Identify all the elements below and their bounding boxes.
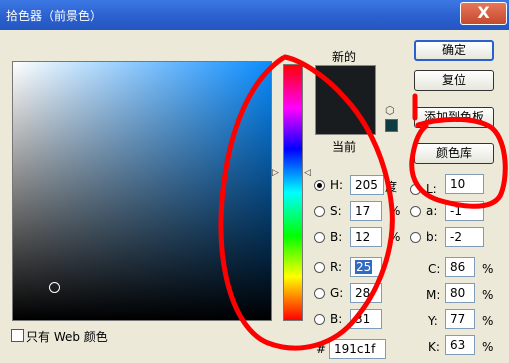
g-label: G: <box>330 286 344 300</box>
y-unit: % <box>482 314 494 328</box>
m-unit: % <box>482 288 494 302</box>
l-label: L: <box>426 182 437 196</box>
c-unit: % <box>482 262 494 276</box>
new-color-label: 新的 <box>332 50 357 64</box>
l-input[interactable]: 10 <box>445 174 484 194</box>
radio-g[interactable] <box>314 288 325 299</box>
new-color-swatch <box>316 66 375 100</box>
c-input[interactable]: 86 <box>445 257 475 277</box>
y-input[interactable]: 77 <box>445 309 475 329</box>
r-input-value: 25 <box>355 260 373 274</box>
hue-slider[interactable] <box>283 64 303 321</box>
current-color-swatch[interactable] <box>316 100 375 134</box>
k-input[interactable]: 63 <box>445 335 475 355</box>
hex-label: # <box>316 342 327 356</box>
a-label: a: <box>426 204 438 218</box>
hex-input[interactable]: 191c1f <box>329 339 386 359</box>
add-to-swatches-button[interactable]: 添加到色板 <box>414 107 494 128</box>
lab-b-label: b: <box>426 230 438 244</box>
g-input[interactable]: 28 <box>350 283 382 303</box>
m-input[interactable]: 80 <box>445 283 475 303</box>
hue-slider-left-arrow-icon[interactable]: ▷ <box>272 168 279 178</box>
lab-b-input[interactable]: -2 <box>445 227 484 247</box>
radio-b[interactable] <box>314 232 325 243</box>
b-unit: % <box>389 230 401 244</box>
h-label: H: <box>330 178 344 192</box>
hue-slider-right-arrow-icon[interactable]: ◁ <box>304 168 311 178</box>
k-unit: % <box>482 340 494 354</box>
reset-button[interactable]: 复位 <box>414 70 494 91</box>
radio-h[interactable] <box>314 180 325 191</box>
cube-icon[interactable]: ⬡ <box>385 104 395 117</box>
h-input[interactable]: 205 <box>350 175 384 195</box>
web-colors-checkbox[interactable] <box>11 329 24 342</box>
c-label: C: <box>428 262 441 276</box>
window-title: 拾色器（前景色） <box>6 9 103 23</box>
rgb-b-input[interactable]: 31 <box>350 309 382 329</box>
r-input[interactable]: 25 <box>350 257 382 277</box>
m-label: M: <box>426 288 441 302</box>
r-label: R: <box>330 260 343 274</box>
radio-l[interactable] <box>410 184 421 195</box>
radio-s[interactable] <box>314 206 325 217</box>
y-label: Y: <box>428 314 438 328</box>
current-color-label: 当前 <box>332 140 357 154</box>
close-button[interactable]: X <box>460 2 507 25</box>
color-field-marker[interactable] <box>49 282 60 293</box>
rgb-b-label: B: <box>330 312 343 326</box>
websafe-swatch[interactable] <box>385 119 398 132</box>
b-label: B: <box>330 230 343 244</box>
s-label: S: <box>330 204 342 218</box>
color-libraries-button[interactable]: 颜色库 <box>414 143 494 164</box>
radio-rgb-b[interactable] <box>314 314 325 325</box>
radio-a[interactable] <box>410 206 421 217</box>
radio-lab-b[interactable] <box>410 232 421 243</box>
s-input[interactable]: 17 <box>350 201 382 221</box>
a-input[interactable]: -1 <box>445 201 484 221</box>
h-unit: 度 <box>385 180 398 194</box>
radio-r[interactable] <box>314 262 325 273</box>
ok-button[interactable]: 确定 <box>414 40 494 61</box>
web-colors-label: 只有 Web 颜色 <box>26 330 108 344</box>
title-bar: 拾色器（前景色） X <box>0 0 509 30</box>
s-unit: % <box>389 204 401 218</box>
b-input[interactable]: 12 <box>350 227 382 247</box>
k-label: K: <box>428 340 440 354</box>
